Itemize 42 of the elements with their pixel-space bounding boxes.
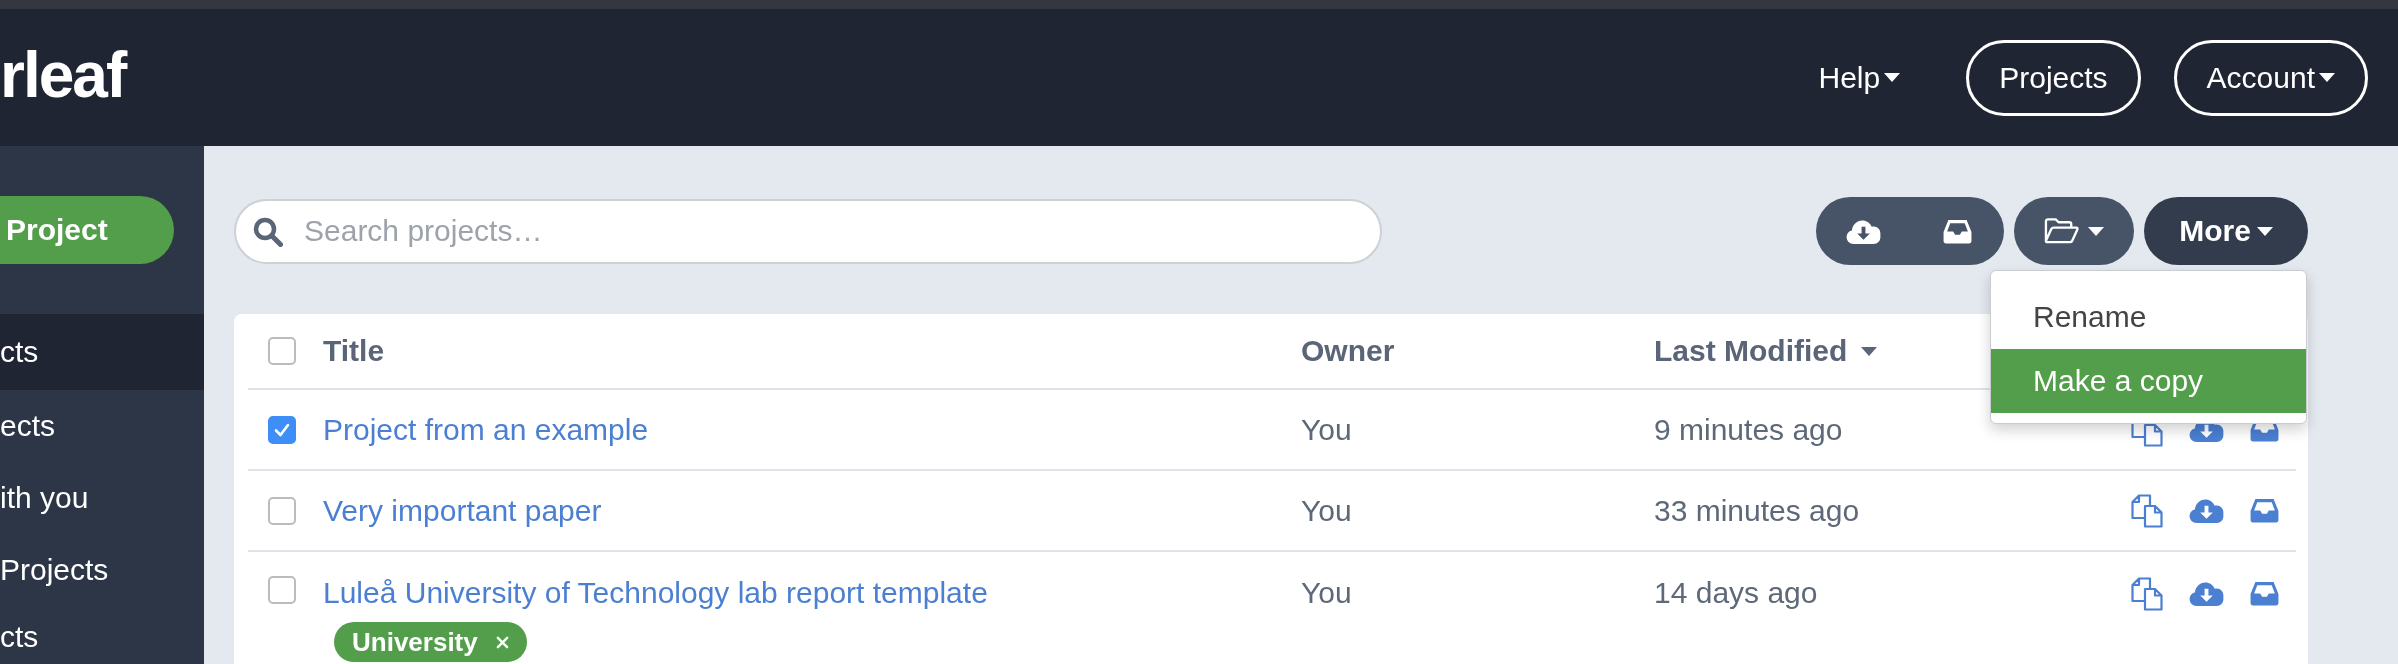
row-checkbox[interactable] <box>268 496 296 525</box>
select-all-checkbox[interactable] <box>268 337 296 365</box>
copy-icon[interactable] <box>2131 576 2163 611</box>
nav-button[interactable]: Account <box>2173 39 2368 116</box>
modified-cell-text: 33 minutes ago <box>1654 493 1861 528</box>
tag-name: University <box>352 626 478 658</box>
modified-cell-text: 14 days ago <box>1654 576 1819 610</box>
copy-icon[interactable] <box>2131 493 2163 528</box>
sidebar-item[interactable]: Projects <box>0 534 204 606</box>
search-field[interactable]: Search projects… <box>234 198 1382 264</box>
project-title-link[interactable]: Very important paper <box>323 493 602 528</box>
column-header[interactable]: Title <box>323 334 385 368</box>
checkmark-icon <box>274 422 290 437</box>
project-title-link[interactable]: Project from an example <box>323 412 649 447</box>
project-title-link[interactable]: Luleå University of Technology lab report template <box>323 576 988 610</box>
modified-cell-text: 9 minutes ago <box>1654 412 1844 447</box>
close-icon[interactable] <box>495 635 509 649</box>
cloud-download-icon <box>1845 217 1881 245</box>
folder-icon <box>2044 217 2080 245</box>
inbox-icon[interactable] <box>2250 581 2279 606</box>
cloud-download-icon[interactable] <box>2189 497 2224 524</box>
inbox-icon[interactable] <box>2250 498 2279 523</box>
logo: rleaf <box>0 42 126 107</box>
column-header[interactable]: Last Modified <box>1654 334 1878 368</box>
owner-cell-text: You <box>1301 493 1353 528</box>
owner-cell-text: You <box>1301 576 1353 610</box>
sidebar-item[interactable]: cts <box>0 606 204 664</box>
more-button[interactable]: More <box>2144 197 2308 265</box>
row-checkbox[interactable] <box>268 415 296 444</box>
cloud-download-icon[interactable] <box>2189 580 2224 607</box>
menu-item[interactable]: Rename <box>1991 285 2306 349</box>
nav-menu-link[interactable]: Help <box>1818 60 1901 95</box>
column-header[interactable]: Owner <box>1301 334 1395 368</box>
sidebar-item[interactable]: ith you <box>0 462 204 534</box>
sidebar-item[interactable]: cts <box>0 314 204 390</box>
search-icon <box>253 216 283 247</box>
sidebar-item[interactable]: ects <box>0 390 204 462</box>
inbox-icon <box>1942 218 1972 244</box>
nav-button[interactable]: Projects <box>1966 39 2141 116</box>
caret-icon <box>2088 226 2104 236</box>
row-checkbox[interactable] <box>268 576 296 604</box>
owner-cell-text: You <box>1301 412 1353 447</box>
